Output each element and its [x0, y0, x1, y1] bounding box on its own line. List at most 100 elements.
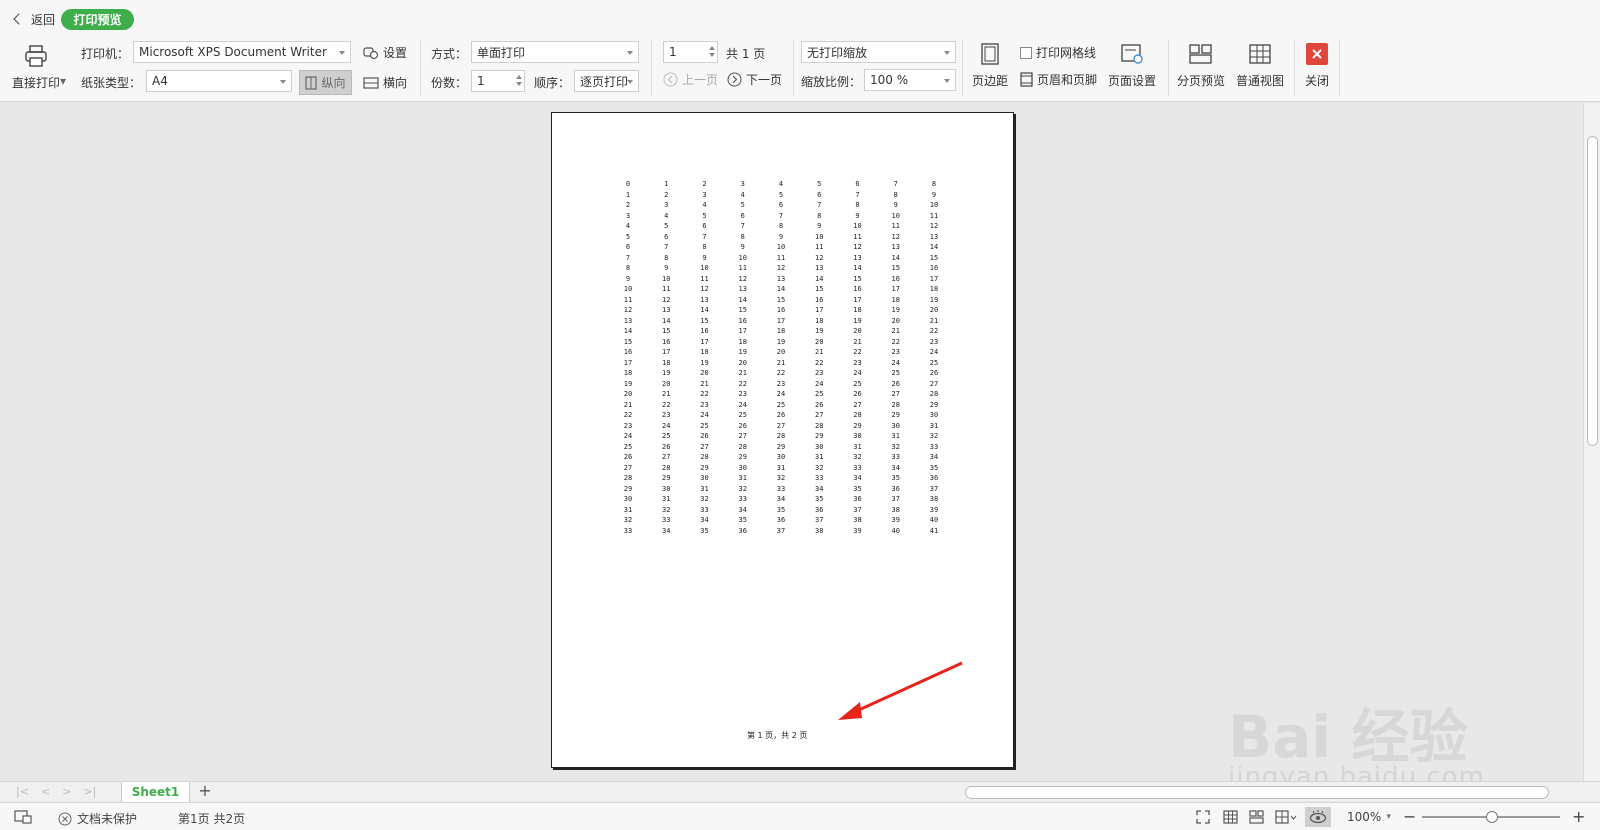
data-cell: 13: [853, 253, 862, 262]
normal-view-status-icon[interactable]: [1223, 810, 1238, 824]
data-cell: 27: [662, 453, 671, 461]
data-cell: 26: [891, 379, 900, 388]
data-cell: 6: [778, 201, 784, 209]
data-cell: 33: [662, 516, 671, 524]
data-cell: 8: [702, 243, 707, 251]
data-cell: 23: [623, 421, 633, 430]
print-mode-select[interactable]: 单面打印: [471, 41, 639, 63]
portrait-button[interactable]: 纵向: [299, 70, 352, 95]
data-cell: 26: [623, 453, 633, 461]
prev-page-button[interactable]: 上一页: [663, 71, 718, 88]
landscape-icon: [363, 76, 379, 89]
reading-mode-icon[interactable]: [1275, 810, 1297, 824]
data-cell: 31: [738, 474, 747, 482]
stepper-arrows-icon[interactable]: [709, 43, 715, 57]
page-break-preview-button[interactable]: 分页预览: [1177, 42, 1225, 89]
data-cell: 25: [815, 390, 824, 398]
data-cell: 12: [891, 232, 900, 241]
fullscreen-icon[interactable]: [1196, 810, 1210, 824]
printer-settings-button[interactable]: 设置: [363, 44, 407, 61]
next-page-button[interactable]: 下一页: [727, 71, 782, 88]
preview-area[interactable]: 0 1 2 3 4 5 6 7 8 9 10 11 12 13 14 15 16 17 18 19 20 21 22 23 24…: [0, 103, 1583, 781]
data-cell: 21: [623, 400, 633, 409]
scale-ratio-value: 100 %: [870, 73, 909, 87]
stepper-arrows-icon[interactable]: [516, 72, 522, 86]
data-cell: 8: [817, 211, 822, 220]
margins-button[interactable]: 页边距: [972, 42, 1008, 89]
data-cell: 30: [929, 411, 939, 419]
zoom-dropdown[interactable]: 100% ▾: [1347, 810, 1391, 824]
paper-type-select[interactable]: A4: [146, 70, 292, 92]
data-cell: 11: [776, 253, 786, 262]
scale-ratio-select[interactable]: 100 %: [864, 69, 956, 91]
data-cell: 20: [776, 348, 786, 356]
direct-print-button[interactable]: 直接打印: [12, 44, 60, 91]
doc-properties-icon[interactable]: [14, 810, 32, 824]
last-sheet-icon[interactable]: >|: [83, 785, 96, 798]
print-order-select[interactable]: 逐页打印: [574, 70, 639, 92]
prev-sheet-icon[interactable]: <: [41, 785, 50, 798]
zoom-in-button[interactable]: +: [1572, 807, 1585, 826]
data-cell: 8: [893, 190, 898, 199]
vertical-scroll-thumb[interactable]: [1587, 136, 1598, 446]
zoom-out-button[interactable]: −: [1403, 807, 1416, 826]
data-cell: 29: [662, 474, 671, 482]
data-cell: 32: [662, 505, 671, 514]
first-sheet-icon[interactable]: |<: [16, 785, 29, 798]
data-cell: 37: [815, 516, 824, 524]
back-button[interactable]: 返回: [12, 10, 55, 28]
document-protection-status[interactable]: 文档未保护: [58, 810, 137, 827]
data-cell: 35: [776, 505, 786, 514]
next-sheet-icon[interactable]: >: [62, 785, 71, 798]
data-cell: 3: [664, 201, 669, 209]
print-gridlines-checkbox[interactable]: 打印网格线: [1020, 44, 1096, 61]
data-cell: 5: [740, 201, 745, 209]
page-break-preview-label: 分页预览: [1177, 74, 1226, 88]
sheet-tab-sheet1[interactable]: Sheet1: [121, 782, 190, 802]
data-cell: 17: [776, 316, 786, 325]
direct-print-dropdown-icon[interactable]: ▾: [60, 74, 66, 88]
data-cell: 20: [815, 337, 824, 346]
data-cell: 33: [776, 484, 786, 493]
data-cell: 10: [929, 201, 939, 209]
zoom-value: 100%: [1347, 810, 1382, 824]
data-cell: 23: [738, 390, 747, 398]
direct-print-label: 直接打印: [12, 76, 61, 90]
margins-icon: [978, 42, 1002, 66]
data-cell: 34: [700, 516, 709, 524]
page-number-stepper[interactable]: 1: [663, 41, 718, 63]
horizontal-scrollbar[interactable]: [965, 786, 1549, 799]
landscape-button[interactable]: 横向: [363, 74, 407, 91]
data-cell: 18: [700, 348, 709, 356]
vertical-scrollbar[interactable]: [1583, 103, 1600, 781]
eye-protection-icon[interactable]: [1305, 807, 1331, 827]
data-cell: 13: [891, 243, 900, 251]
data-cell: 2: [702, 180, 707, 188]
print-scaling-select[interactable]: 无打印缩放: [801, 41, 956, 63]
data-cell: 13: [815, 264, 824, 272]
zoom-slider-knob[interactable]: [1486, 811, 1498, 823]
gridlines-checkbox-box[interactable]: [1020, 46, 1032, 59]
data-cell: 14: [815, 274, 824, 283]
data-cell: 37: [776, 526, 786, 535]
data-cell: 36: [853, 495, 862, 503]
add-sheet-button[interactable]: +: [196, 782, 214, 802]
page-setup-button[interactable]: 页面设置: [1108, 42, 1156, 89]
close-preview-button[interactable]: 关闭: [1305, 42, 1329, 89]
sheet-nav-arrows[interactable]: |< < > >|: [16, 785, 96, 798]
data-cell: 19: [623, 379, 633, 388]
prev-page-label: 上一页: [682, 73, 719, 87]
header-footer-button[interactable]: 页眉和页脚: [1020, 71, 1097, 88]
page-break-status-icon[interactable]: [1249, 810, 1264, 824]
printer-value: Microsoft XPS Document Writer: [139, 45, 327, 59]
data-cell: 12: [700, 285, 709, 293]
data-cell: 8: [855, 201, 860, 209]
separator: [793, 40, 794, 96]
printer-select[interactable]: Microsoft XPS Document Writer: [133, 41, 351, 63]
data-cell: 13: [776, 274, 786, 283]
normal-view-button[interactable]: 普通视图: [1236, 42, 1284, 89]
copies-stepper[interactable]: 1: [471, 70, 525, 92]
data-cell: 23: [929, 337, 939, 346]
data-cell: 7: [893, 180, 898, 188]
print-scaling-value: 无打印缩放: [807, 45, 868, 60]
